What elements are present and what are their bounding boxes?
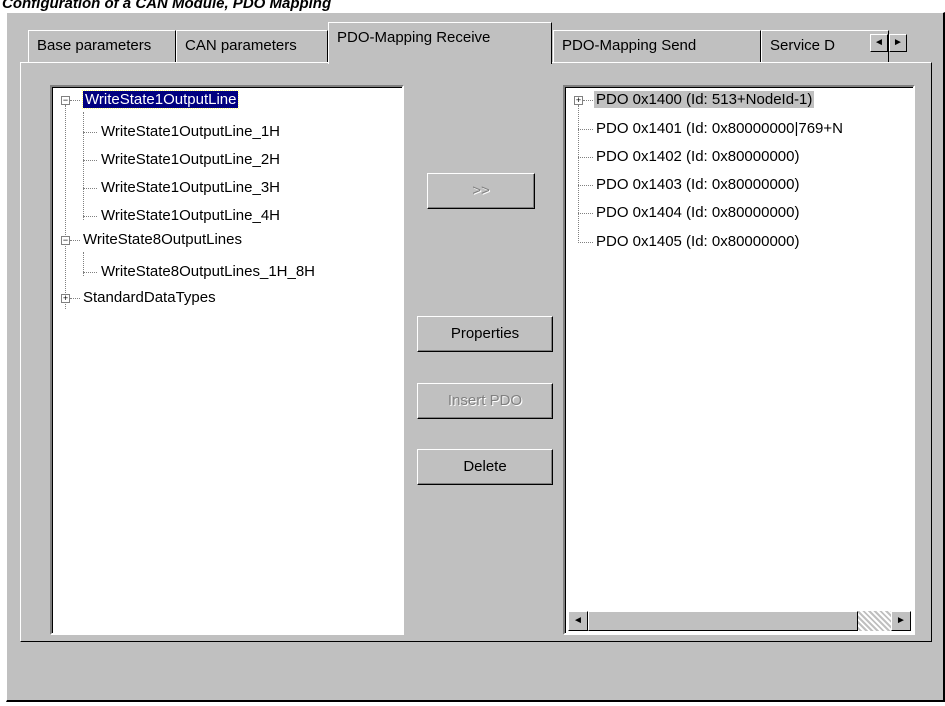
add-mapping-button[interactable]: >>	[427, 173, 535, 209]
tree-node-label: PDO 0x1400 (Id: 513+NodeId-1)	[594, 91, 815, 108]
tree-node-writestate8outputlines-1h-8h[interactable]: WriteState8OutputLines_1H_8H	[99, 262, 317, 282]
tab-label: PDO-Mapping Send	[562, 37, 697, 54]
tree-connector	[578, 242, 593, 243]
tree-connector	[578, 157, 593, 158]
scroll-thumb[interactable]	[588, 611, 858, 631]
scroll-right-button[interactable]: ►	[891, 611, 911, 631]
tree-connector	[578, 105, 579, 243]
tree-connector	[65, 105, 66, 309]
tree-connector	[83, 132, 97, 133]
tree-node-label: WriteState8OutputLines_1H_8H	[101, 263, 316, 280]
tree-node-writestate1outputline-4h[interactable]: WriteState1OutputLine_4H	[99, 206, 282, 226]
tree-node-writestate8outputlines[interactable]: WriteState8OutputLines	[81, 230, 244, 250]
tree-node-pdo-0x1402[interactable]: PDO 0x1402 (Id: 0x80000000)	[594, 147, 801, 167]
expand-icon[interactable]: +	[61, 294, 70, 303]
tab-label: Base parameters	[37, 37, 152, 54]
tab-can-parameters[interactable]: CAN parameters	[176, 30, 328, 62]
horizontal-scrollbar[interactable]: ◄ ►	[568, 611, 911, 631]
tree-node-label: PDO 0x1405 (Id: 0x80000000)	[596, 233, 800, 250]
tab-scroll-left-button[interactable]: ◄	[870, 34, 888, 52]
arrow-right-icon: ►	[893, 37, 903, 48]
scroll-left-button[interactable]: ◄	[568, 611, 588, 631]
tree-node-label: WriteState1OutputLine_1H	[101, 123, 280, 140]
arrow-left-icon: ◄	[874, 37, 884, 48]
tree-node-label: WriteState8OutputLines	[83, 231, 242, 248]
tree-node-label: WriteState1OutputLine_3H	[101, 179, 280, 196]
tree-node-label: PDO 0x1404 (Id: 0x80000000)	[596, 204, 800, 221]
tree-connector	[70, 298, 80, 299]
tab-strip: Base parameters CAN parameters PDO-Mappi…	[22, 20, 945, 64]
tree-node-label: WriteState1OutputLine	[81, 90, 240, 109]
tree-connector	[70, 240, 80, 241]
tab-label: Service D	[770, 37, 836, 54]
tree-connector	[583, 100, 593, 101]
tree-node-standarddatatypes[interactable]: StandardDataTypes	[81, 288, 218, 308]
tree-node-label: PDO 0x1401 (Id: 0x80000000|769+N	[596, 120, 843, 137]
tree-node-label: StandardDataTypes	[83, 289, 216, 306]
delete-button[interactable]: Delete	[417, 449, 553, 485]
tree-connector	[70, 100, 80, 101]
tab-label: PDO-Mapping Receive	[337, 29, 491, 46]
tree-connector	[83, 112, 84, 220]
tree-connector	[578, 185, 593, 186]
expand-icon[interactable]: +	[574, 96, 583, 105]
tab-base-parameters[interactable]: Base parameters	[28, 30, 176, 62]
collapse-icon[interactable]: −	[61, 236, 70, 245]
tree-node-label: WriteState1OutputLine_2H	[101, 151, 280, 168]
arrow-right-icon: ►	[896, 615, 906, 626]
properties-button[interactable]: Properties	[417, 316, 553, 352]
tree-node-writestate1outputline[interactable]: WriteState1OutputLine	[81, 90, 240, 110]
tab-scroll-right-button[interactable]: ►	[889, 34, 907, 52]
tree-node-label: PDO 0x1403 (Id: 0x80000000)	[596, 176, 800, 193]
tree-node-writestate1outputline-2h[interactable]: WriteState1OutputLine_2H	[99, 150, 282, 170]
tree-node-pdo-0x1401[interactable]: PDO 0x1401 (Id: 0x80000000|769+N	[594, 119, 845, 139]
tree-node-pdo-0x1404[interactable]: PDO 0x1404 (Id: 0x80000000)	[594, 203, 801, 223]
tree-node-pdo-0x1403[interactable]: PDO 0x1403 (Id: 0x80000000)	[594, 175, 801, 195]
tree-connector	[83, 160, 97, 161]
tab-pdo-mapping-receive[interactable]: PDO-Mapping Receive	[328, 22, 552, 64]
collapse-icon[interactable]: −	[61, 96, 70, 105]
arrow-left-icon: ◄	[573, 615, 583, 626]
tree-connector	[83, 272, 97, 273]
figure-caption: Configuration of a CAN Module, PDO Mappi…	[2, 0, 332, 12]
object-tree[interactable]: − WriteState1OutputLine WriteState1Outpu…	[50, 85, 404, 635]
tree-connector	[578, 213, 593, 214]
insert-pdo-button[interactable]: Insert PDO	[417, 383, 553, 419]
tree-node-writestate1outputline-3h[interactable]: WriteState1OutputLine_3H	[99, 178, 282, 198]
tree-node-label: PDO 0x1402 (Id: 0x80000000)	[596, 148, 800, 165]
tree-node-writestate1outputline-1h[interactable]: WriteState1OutputLine_1H	[99, 122, 282, 142]
tab-pdo-mapping-send[interactable]: PDO-Mapping Send	[553, 30, 761, 62]
tree-node-pdo-0x1405[interactable]: PDO 0x1405 (Id: 0x80000000)	[594, 232, 801, 252]
tree-node-label: WriteState1OutputLine_4H	[101, 207, 280, 224]
pdo-tree[interactable]: + PDO 0x1400 (Id: 513+NodeId-1) PDO 0x14…	[563, 85, 915, 635]
tree-node-pdo-0x1400[interactable]: PDO 0x1400 (Id: 513+NodeId-1)	[594, 90, 815, 110]
tree-connector	[83, 216, 97, 217]
tree-connector	[578, 129, 593, 130]
tree-connector	[83, 188, 97, 189]
tab-label: CAN parameters	[185, 37, 297, 54]
